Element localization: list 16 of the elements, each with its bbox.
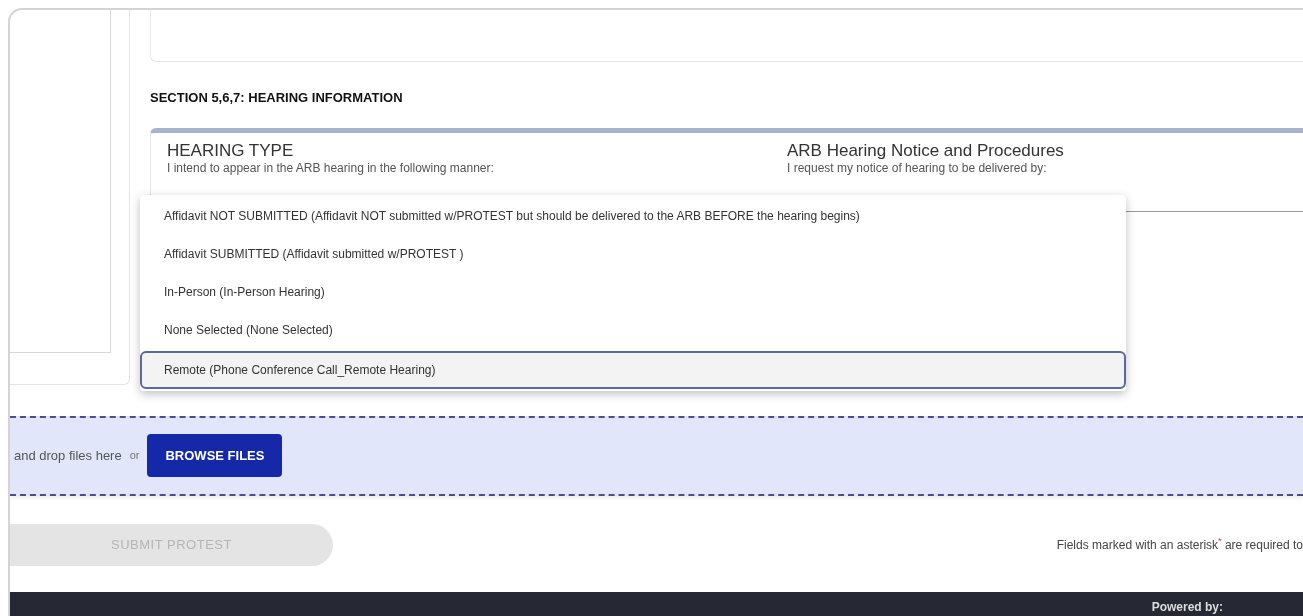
hearing-type-title: HEARING TYPE bbox=[167, 140, 295, 161]
or-text: or bbox=[129, 448, 140, 464]
dropdown-option[interactable]: In-Person (In-Person Hearing) bbox=[140, 273, 1126, 311]
powered-by-text: Powered by: bbox=[1151, 599, 1224, 616]
arb-notice-title: ARB Hearing Notice and Procedures bbox=[787, 140, 1065, 161]
dropdown-option[interactable]: Affidavit NOT SUBMITTED (Affidavit NOT submitted w/PROTEST but should be delivered to the ARB BEFORE the hearing begins) bbox=[140, 197, 1126, 235]
file-dropzone[interactable]: and drop files here or BROWSE FILES bbox=[10, 415, 1303, 496]
dropdown-option[interactable]: Remote (Phone Conference Call_Remote Hearing) bbox=[140, 351, 1126, 389]
required-fields-note: Fields marked with an asterisk$^{*}$ are required to bbox=[1056, 535, 1303, 554]
section-heading: SECTION 5,6,7: HEARING INFORMATION bbox=[150, 89, 403, 107]
browse-files-button[interactable]: BROWSE FILES bbox=[147, 433, 283, 478]
dropdown-option[interactable]: Affidavit SUBMITTED (Affidavit submitted w/PROTEST ) bbox=[140, 235, 1126, 273]
hearing-type-subtitle: I intend to appear in the ARB hearing in the following manner: bbox=[167, 160, 495, 177]
arb-notice-subtitle: I request my notice of hearing to be delivered by: bbox=[787, 160, 1048, 177]
dropzone-text: and drop files here bbox=[14, 446, 122, 465]
dropdown-option[interactable]: None Selected (None Selected) bbox=[140, 311, 1126, 349]
